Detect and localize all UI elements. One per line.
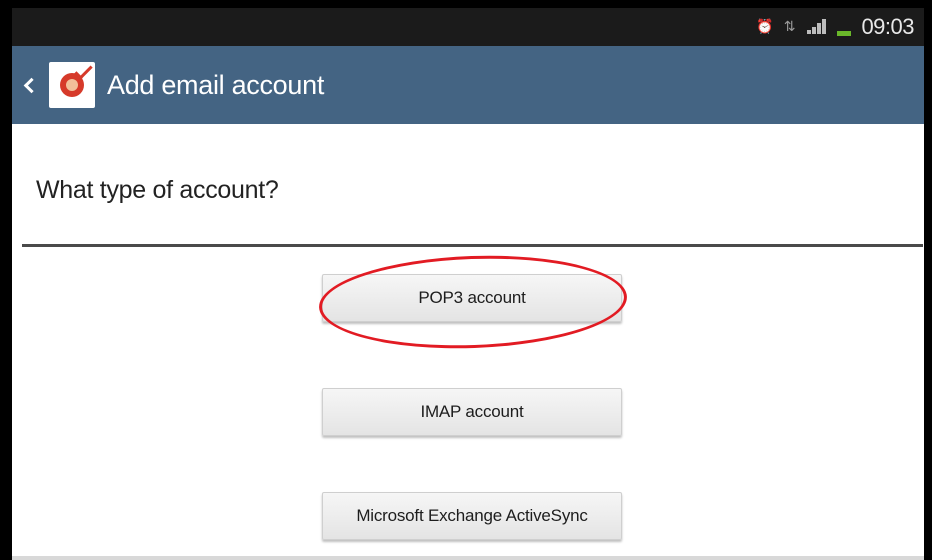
status-bar: ⏰ ⇅ 09:03 xyxy=(12,8,924,46)
bottom-edge xyxy=(12,556,924,560)
chevron-left-icon[interactable] xyxy=(23,77,40,93)
signal-icon xyxy=(805,18,827,36)
imap-account-button[interactable]: IMAP account xyxy=(322,388,622,436)
account-type-heading: What type of account? xyxy=(36,176,279,204)
battery-icon xyxy=(837,18,852,36)
device-screen: ⏰ ⇅ 09:03 Add email account What type of… xyxy=(0,0,932,560)
action-bar: Add email account xyxy=(12,46,924,124)
email-app-icon[interactable] xyxy=(49,61,95,108)
alarm-icon: ⏰ xyxy=(756,19,774,35)
exchange-activesync-button[interactable]: Microsoft Exchange ActiveSync xyxy=(322,492,622,540)
heading-divider xyxy=(22,244,923,247)
network-type-icon: ⇅ xyxy=(783,19,796,35)
pop3-account-button[interactable]: POP3 account xyxy=(322,274,622,322)
status-icons: ⏰ ⇅ 09:03 xyxy=(756,8,914,46)
page-title: Add email account xyxy=(107,69,325,100)
clock: 09:03 xyxy=(861,14,914,39)
checkmark-icon xyxy=(74,61,93,80)
